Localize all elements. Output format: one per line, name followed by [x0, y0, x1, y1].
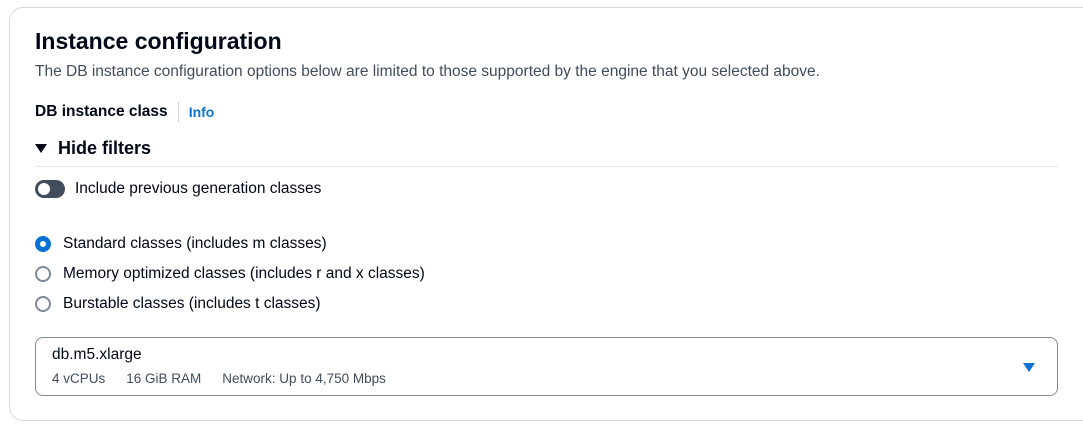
vcpu-count: 4 vCPUs: [52, 371, 106, 386]
ram-size: 16 GiB RAM: [126, 371, 202, 386]
instance-class-select[interactable]: db.m5.xlarge 4 vCPUs 16 GiB RAM Network:…: [35, 337, 1058, 396]
instance-class-radio-group: Standard classes (includes m classes) Me…: [35, 229, 425, 319]
radio-option-standard[interactable]: Standard classes (includes m classes): [35, 229, 425, 259]
section-title: Instance configuration: [35, 28, 282, 54]
selected-instance-class: db.m5.xlarge: [52, 346, 142, 363]
radio-label: Memory optimized classes (includes r and…: [63, 265, 425, 282]
instance-class-details: 4 vCPUs 16 GiB RAM Network: Up to 4,750 …: [52, 371, 407, 386]
network-performance: Network: Up to 4,750 Mbps: [222, 371, 386, 386]
caret-down-icon[interactable]: [1023, 363, 1035, 372]
previous-generation-toggle-row: Include previous generation classes: [35, 178, 321, 200]
radio-label: Burstable classes (includes t classes): [63, 295, 321, 312]
radio-label: Standard classes (includes m classes): [63, 235, 327, 252]
info-link[interactable]: Info: [189, 104, 215, 120]
radio-button[interactable]: [35, 296, 51, 312]
label-divider: [177, 102, 179, 122]
radio-button-checked[interactable]: [35, 236, 51, 252]
hide-filters-toggle[interactable]: Hide filters: [35, 137, 151, 159]
toggle-knob: [38, 183, 50, 195]
previous-generation-toggle[interactable]: [35, 180, 65, 198]
caret-down-icon: [35, 144, 47, 153]
instance-class-label: DB instance class: [35, 103, 168, 120]
hide-filters-label: Hide filters: [58, 137, 152, 158]
section-description: The DB instance configuration options be…: [35, 63, 820, 80]
radio-button[interactable]: [35, 266, 51, 282]
previous-generation-label: Include previous generation classes: [75, 180, 322, 197]
radio-option-burstable[interactable]: Burstable classes (includes t classes): [35, 289, 425, 319]
filters-divider: [35, 166, 1058, 167]
radio-option-memory-optimized[interactable]: Memory optimized classes (includes r and…: [35, 259, 425, 289]
instance-class-label-row: DB instance class Info: [35, 102, 214, 122]
